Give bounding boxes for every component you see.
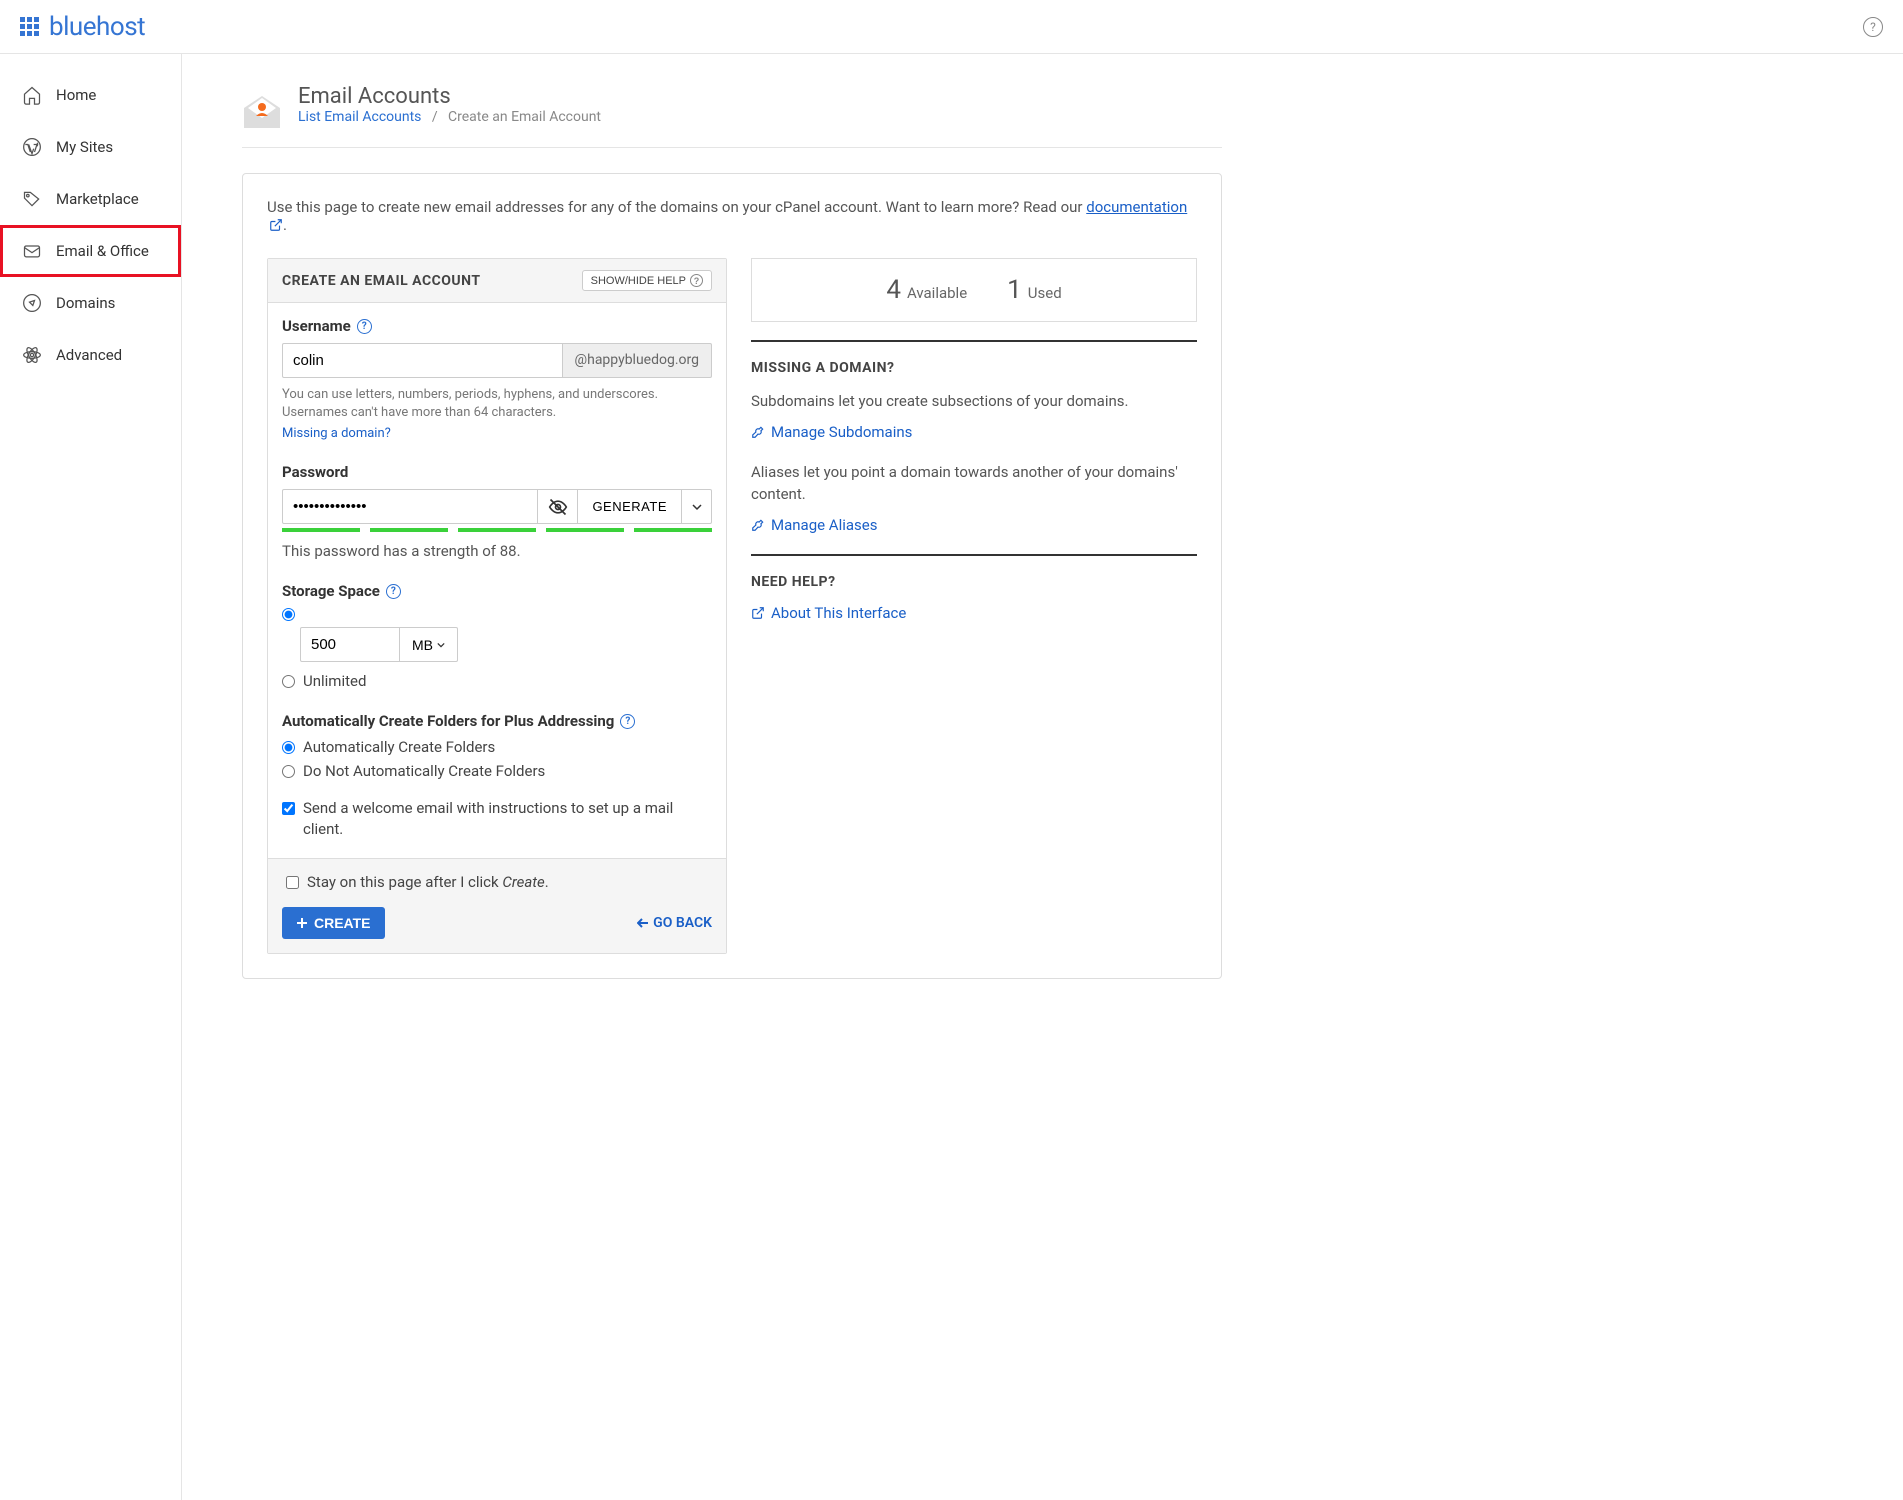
username-label: Username ? (282, 317, 712, 335)
folders-auto-label: Automatically Create Folders (303, 738, 495, 756)
manage-subdomains-link[interactable]: Manage Subdomains (751, 423, 1197, 441)
sidebar-item-label: Email & Office (56, 242, 149, 260)
manage-aliases-link[interactable]: Manage Aliases (751, 516, 1197, 534)
form-heading: CREATE AN EMAIL ACCOUNT (282, 273, 481, 289)
aliases-text: Aliases let you point a domain towards a… (751, 461, 1197, 506)
eye-off-icon (548, 497, 568, 517)
main-content: Email Accounts List Email Accounts / Cre… (182, 54, 1222, 1500)
sidebar-item-home[interactable]: Home (0, 69, 181, 121)
sidebar-item-label: Home (56, 86, 96, 104)
show-hide-help-button[interactable]: SHOW/HIDE HELP ? (582, 270, 712, 291)
generate-dropdown-button[interactable] (682, 489, 712, 524)
create-button[interactable]: CREATE (282, 907, 385, 939)
username-helper: You can use letters, numbers, periods, h… (282, 386, 712, 422)
app-grid-icon[interactable] (20, 17, 39, 36)
username-input[interactable] (282, 343, 563, 378)
breadcrumb-current: Create an Email Account (448, 109, 601, 125)
form-footer: Stay on this page after I click Create. … (268, 858, 726, 953)
sidebar-item-label: Advanced (56, 346, 122, 364)
caret-down-icon (437, 641, 445, 649)
need-help-heading: NEED HELP? (751, 574, 1197, 590)
sidebar: Home My Sites Marketplace Email & Office… (0, 54, 182, 1500)
caret-down-icon (692, 502, 702, 512)
wordpress-icon (22, 137, 42, 157)
external-link-icon (751, 606, 765, 620)
storage-unit-dropdown[interactable]: MB (400, 627, 458, 662)
stay-label: Stay on this page after I click Create. (307, 873, 549, 891)
used-count: 1 (1007, 275, 1022, 305)
email-accounts-icon (242, 94, 282, 126)
sidebar-item-label: Marketplace (56, 190, 139, 208)
welcome-email-checkbox[interactable] (282, 802, 295, 815)
password-input[interactable] (282, 489, 538, 524)
sidebar-item-email-office[interactable]: Email & Office (0, 225, 181, 277)
storage-unlimited-radio[interactable] (282, 675, 295, 688)
help-icon[interactable]: ? (386, 584, 401, 599)
about-interface-link[interactable]: About This Interface (751, 604, 1197, 622)
help-icon[interactable]: ? (620, 714, 635, 729)
breadcrumb: List Email Accounts / Create an Email Ac… (298, 109, 601, 125)
storage-unlimited-label: Unlimited (303, 672, 366, 690)
sidebar-item-mysites[interactable]: My Sites (0, 121, 181, 173)
help-icon[interactable]: ? (1863, 17, 1883, 37)
mail-icon (22, 241, 42, 261)
sidebar-item-label: My Sites (56, 138, 113, 156)
brand-logo[interactable]: bluehost (49, 12, 145, 42)
create-form-card: CREATE AN EMAIL ACCOUNT SHOW/HIDE HELP ?… (267, 258, 727, 954)
storage-label: Storage Space ? (282, 582, 712, 600)
sidebar-item-label: Domains (56, 294, 115, 312)
missing-domain-link[interactable]: Missing a domain? (282, 426, 391, 441)
arrow-left-icon (637, 917, 649, 929)
sidebar-item-advanced[interactable]: Advanced (0, 329, 181, 381)
welcome-email-label: Send a welcome email with instructions t… (303, 798, 712, 840)
sidebar-item-marketplace[interactable]: Marketplace (0, 173, 181, 225)
missing-domain-heading: MISSING A DOMAIN? (751, 360, 1197, 376)
password-strength-meter (282, 528, 712, 532)
compass-icon (22, 293, 42, 313)
intro-text: Use this page to create new email addres… (267, 198, 1197, 234)
right-column: 4Available 1Used MISSING A DOMAIN? Subdo… (751, 258, 1197, 954)
subdomains-text: Subdomains let you create subsections of… (751, 390, 1197, 413)
storage-limited-radio[interactable] (282, 608, 295, 621)
wrench-icon (751, 518, 765, 532)
folders-noauto-radio[interactable] (282, 765, 295, 778)
folders-label: Automatically Create Folders for Plus Ad… (282, 712, 712, 730)
password-strength-text: This password has a strength of 88. (282, 542, 712, 560)
go-back-link[interactable]: GO BACK (637, 915, 712, 931)
help-icon[interactable]: ? (357, 319, 372, 334)
home-icon (22, 85, 42, 105)
stats-box: 4Available 1Used (751, 258, 1197, 322)
panel: Use this page to create new email addres… (242, 173, 1222, 979)
topbar: bluehost ? (0, 0, 1903, 54)
logo-area: bluehost (20, 12, 145, 42)
wrench-icon (751, 425, 765, 439)
breadcrumb-link[interactable]: List Email Accounts (298, 109, 421, 125)
generate-password-button[interactable]: GENERATE (578, 489, 682, 524)
available-count: 4 (886, 275, 901, 305)
storage-size-input[interactable] (300, 627, 400, 662)
plus-icon (296, 917, 308, 929)
stay-on-page-checkbox[interactable] (286, 876, 299, 889)
atom-icon (22, 345, 42, 365)
toggle-password-visibility-button[interactable] (538, 489, 578, 524)
sidebar-item-domains[interactable]: Domains (0, 277, 181, 329)
tag-icon (22, 189, 42, 209)
folders-noauto-label: Do Not Automatically Create Folders (303, 762, 545, 780)
page-title: Email Accounts (298, 84, 601, 109)
folders-auto-radio[interactable] (282, 741, 295, 754)
password-label: Password (282, 463, 712, 481)
domain-suffix: @happybluedog.org (563, 343, 712, 378)
page-header: Email Accounts List Email Accounts / Cre… (242, 84, 1222, 135)
